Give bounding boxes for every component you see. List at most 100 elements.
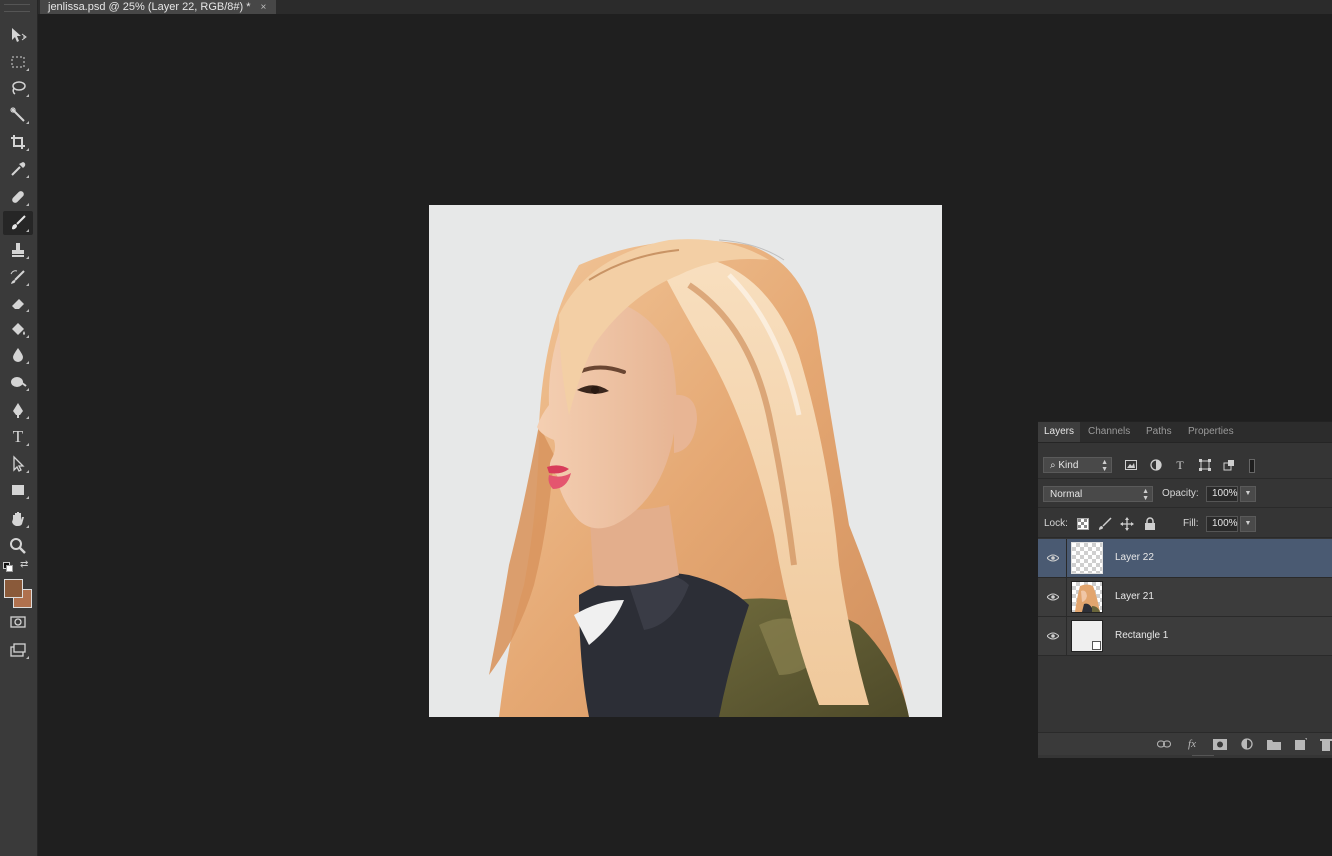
- opacity-label: Opacity:: [1162, 488, 1199, 499]
- panel-tabs: Layers Channels Paths Properties: [1038, 422, 1332, 443]
- magic-wand-icon: [10, 107, 25, 122]
- opacity-dropdown-icon[interactable]: ▼: [1240, 486, 1256, 502]
- foreground-color-swatch[interactable]: [4, 579, 23, 598]
- hand-tool[interactable]: [3, 507, 33, 531]
- tab-properties[interactable]: Properties: [1182, 422, 1240, 442]
- type-tool[interactable]: T: [3, 425, 33, 449]
- select-arrows-icon: ▲ ▼: [1142, 488, 1149, 502]
- filter-pixel-icon[interactable]: [1124, 458, 1138, 472]
- crop-icon: [11, 135, 25, 149]
- mask-icon[interactable]: [1213, 737, 1227, 751]
- magic-wand-tool[interactable]: [3, 103, 33, 127]
- select-arrows-icon: ▲ ▼: [1101, 459, 1108, 473]
- filter-smart-object-icon[interactable]: [1222, 458, 1236, 472]
- panel-resize-grip[interactable]: [1192, 755, 1214, 758]
- shape-layer-badge-icon: [1092, 641, 1101, 650]
- marquee-icon: [11, 56, 25, 68]
- lock-position-icon[interactable]: [1120, 517, 1134, 531]
- rectangle-tool[interactable]: [3, 478, 33, 502]
- visibility-eye-icon[interactable]: [1046, 629, 1060, 643]
- document-canvas[interactable]: [429, 205, 942, 717]
- history-brush-tool[interactable]: [3, 265, 33, 289]
- filter-shape-icon[interactable]: [1198, 458, 1212, 472]
- portrait-thumbnail-image: [1075, 584, 1100, 612]
- filter-kind-label: Kind: [1058, 460, 1079, 471]
- lock-all-icon[interactable]: [1143, 517, 1157, 531]
- default-colors-icon[interactable]: [3, 562, 13, 572]
- blend-row: Normal ▲ ▼ Opacity: 100% ▼: [1038, 483, 1332, 508]
- eraser-icon: [12, 299, 24, 309]
- rectangle-icon: [12, 485, 24, 495]
- fill-dropdown-icon[interactable]: ▼: [1240, 516, 1256, 532]
- layer-thumbnail: [1071, 542, 1103, 574]
- lasso-tool[interactable]: [3, 76, 33, 100]
- layer-name: Rectangle 1: [1115, 630, 1169, 641]
- move-tool[interactable]: [3, 23, 33, 47]
- rectangular-marquee-tool[interactable]: [3, 50, 33, 74]
- history-brush-icon: [10, 270, 25, 284]
- eyedropper-tool[interactable]: [3, 157, 33, 181]
- visibility-eye-icon[interactable]: [1046, 590, 1060, 604]
- trash-icon[interactable]: [1319, 737, 1332, 751]
- layer-filter-row: ⌕ Kind ▲ ▼ T: [1038, 454, 1332, 479]
- clone-stamp-tool[interactable]: [3, 238, 33, 262]
- lock-pixels-icon[interactable]: [1098, 517, 1112, 531]
- layer-name: Layer 22: [1115, 552, 1154, 563]
- bucket-icon: [12, 323, 25, 335]
- eraser-tool[interactable]: [3, 291, 33, 315]
- adjustment-icon[interactable]: [1240, 737, 1254, 751]
- eyedropper-icon: [11, 162, 26, 176]
- toolbar-grip[interactable]: [4, 4, 30, 12]
- crop-tool[interactable]: [3, 130, 33, 154]
- document-tab[interactable]: jenlissa.psd @ 25% (Layer 22, RGB/8#) * …: [40, 0, 277, 14]
- brush-icon: [12, 215, 26, 230]
- layer-row-rectangle-1[interactable]: Rectangle 1: [1038, 617, 1332, 656]
- screen-mode-button[interactable]: [3, 638, 33, 662]
- layer-thumbnail: [1071, 581, 1103, 613]
- tab-layers[interactable]: Layers: [1038, 422, 1081, 442]
- dodge-tool[interactable]: [3, 370, 33, 394]
- type-icon: T: [12, 427, 24, 446]
- drop-icon: [13, 348, 23, 362]
- fill-label: Fill:: [1183, 518, 1199, 529]
- layer-row-layer-21[interactable]: Layer 21: [1038, 578, 1332, 617]
- swap-colors-icon[interactable]: ⇄: [20, 560, 28, 570]
- quick-mask-button[interactable]: [3, 610, 33, 634]
- zoom-tool[interactable]: [3, 534, 33, 558]
- new-layer-icon[interactable]: [1294, 737, 1308, 751]
- lock-row: Lock: Fill: 100% ▼: [1038, 511, 1332, 538]
- portrait-artwork: [489, 239, 909, 717]
- screen-mode-icon: [10, 643, 26, 657]
- close-tab-icon[interactable]: ×: [261, 1, 267, 14]
- blend-mode-value: Normal: [1050, 489, 1083, 500]
- filter-type-icon[interactable]: T: [1173, 458, 1187, 472]
- link-icon[interactable]: [1157, 737, 1171, 751]
- fx-icon[interactable]: fx: [1185, 737, 1199, 751]
- tab-paths[interactable]: Paths: [1140, 422, 1178, 442]
- layer-row-layer-22[interactable]: Layer 22: [1038, 539, 1332, 578]
- brush-tool[interactable]: [3, 211, 33, 235]
- lasso-icon: [12, 81, 26, 95]
- layers-panel: Layers Channels Paths Properties ⌕ Kind …: [1038, 421, 1332, 758]
- path-selection-tool[interactable]: [3, 452, 33, 476]
- quick-mask-icon: [10, 616, 26, 628]
- hand-icon: [12, 512, 24, 526]
- visibility-eye-icon[interactable]: [1046, 551, 1060, 565]
- layer-thumbnail: [1071, 620, 1103, 652]
- pen-tool[interactable]: [3, 398, 33, 422]
- opacity-input[interactable]: 100%: [1206, 486, 1238, 502]
- filter-kind-select[interactable]: ⌕ Kind ▲ ▼: [1043, 457, 1112, 473]
- bandage-icon: [12, 191, 24, 203]
- lock-label: Lock:: [1044, 518, 1068, 529]
- lock-transparent-icon[interactable]: [1076, 517, 1090, 531]
- spot-healing-tool[interactable]: [3, 185, 33, 209]
- fill-input[interactable]: 100%: [1206, 516, 1238, 532]
- move-icon: [12, 28, 27, 42]
- blur-tool[interactable]: [3, 343, 33, 367]
- blend-mode-select[interactable]: Normal ▲ ▼: [1043, 486, 1153, 502]
- filter-toggle[interactable]: [1249, 459, 1255, 473]
- filter-adjustment-icon[interactable]: [1149, 458, 1163, 472]
- folder-icon[interactable]: [1267, 737, 1281, 751]
- paint-bucket-tool[interactable]: [3, 317, 33, 341]
- tab-channels[interactable]: Channels: [1082, 422, 1136, 442]
